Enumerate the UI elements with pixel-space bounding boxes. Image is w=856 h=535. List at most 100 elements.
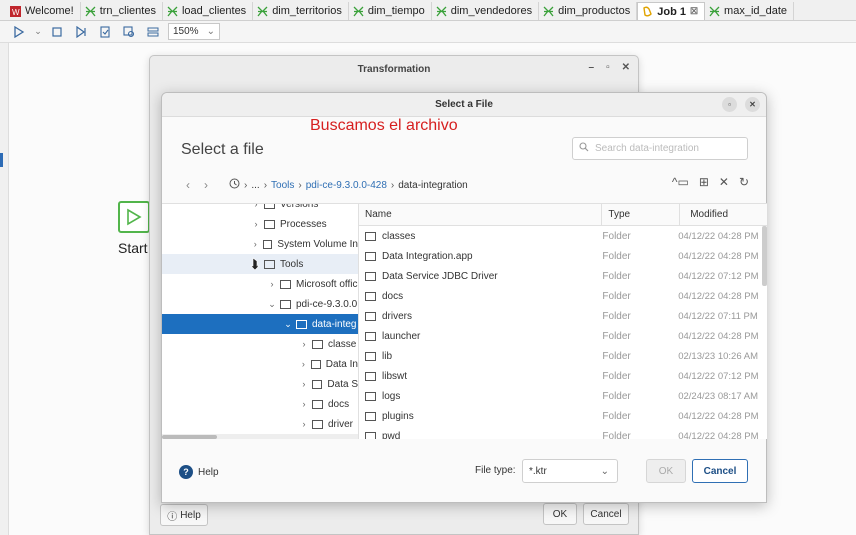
file-row[interactable]: libswt Folder 04/12/22 07:12 PM <box>359 366 767 386</box>
file-list-header: Name Type Modified <box>359 204 767 226</box>
up-folder-icon[interactable]: ^▭ <box>672 175 689 189</box>
tree-node[interactable]: ⌄ data-integ <box>162 314 358 334</box>
tree-node[interactable]: › System Volume In <box>162 234 358 254</box>
tree-node[interactable]: ⌄Tools <box>162 254 358 274</box>
zoom-select[interactable]: 150% ⌄ <box>168 23 220 40</box>
tree-node[interactable]: › docs <box>162 394 358 414</box>
run-options-chevron-icon[interactable]: ⌄ <box>34 24 42 40</box>
folder-icon <box>312 399 323 409</box>
chevron-right-icon[interactable]: › <box>266 279 278 289</box>
tab-load-clientes[interactable]: load_clientes <box>163 2 254 20</box>
folder-icon <box>365 391 376 401</box>
new-folder-icon[interactable]: ⊞ <box>699 175 709 189</box>
tab-dim-vendedores[interactable]: dim_vendedores <box>432 2 540 20</box>
tree-node-label: classe <box>328 338 357 350</box>
transformation-cancel-button[interactable]: Cancel <box>583 503 629 525</box>
chevron-right-icon[interactable]: › <box>250 204 262 209</box>
folder-tree[interactable]: ›Versions›Processes›System Volume In⌄Too… <box>162 203 358 439</box>
file-name-cell: Data Integration.app <box>359 251 598 262</box>
start-step-icon[interactable] <box>118 201 150 233</box>
tree-node[interactable]: › Microsoft offic <box>162 274 358 294</box>
chevron-right-icon[interactable]: › <box>298 339 310 349</box>
folder-icon <box>365 231 376 241</box>
chevron-right-icon[interactable]: › <box>298 379 310 389</box>
recent-icon[interactable] <box>229 178 240 192</box>
tree-node[interactable]: › classe <box>162 334 358 354</box>
maximize-icon[interactable]: ▫ <box>606 62 610 73</box>
tree-node[interactable]: › Data S <box>162 374 358 394</box>
chevron-right-icon[interactable]: › <box>250 239 261 249</box>
breadcrumb-ellipsis[interactable]: ... <box>251 180 259 191</box>
chevron-right-icon[interactable]: › <box>250 219 262 229</box>
search-box[interactable] <box>572 137 748 160</box>
side-marker <box>0 153 3 167</box>
delete-icon[interactable]: ✕ <box>719 175 729 189</box>
refresh-icon[interactable]: ↻ <box>739 175 749 189</box>
stop-icon[interactable] <box>48 24 66 40</box>
file-row[interactable]: pwd Folder 04/12/22 04:28 PM <box>359 426 767 439</box>
breadcrumb-tools[interactable]: Tools <box>271 180 294 191</box>
breadcrumb-pdi[interactable]: pdi-ce-9.3.0.0-428 <box>306 180 387 191</box>
transformation-dialog-title: Transformation <box>357 63 431 75</box>
chevron-down-icon[interactable]: ⌄ <box>266 299 278 310</box>
replay-icon[interactable] <box>72 24 90 40</box>
tab-trn-clientes[interactable]: trn_clientes <box>81 2 163 20</box>
tree-node[interactable]: ⌄ pdi-ce-9.3.0.0 <box>162 294 358 314</box>
transformation-ok-button[interactable]: OK <box>543 503 577 525</box>
file-row[interactable]: docs Folder 04/12/22 04:28 PM <box>359 286 767 306</box>
tab-label: Welcome! <box>25 5 74 17</box>
file-row[interactable]: Data Service JDBC Driver Folder 04/12/22 0… <box>359 266 767 286</box>
editor-tab-bar: W Welcome! trn_clientes load_clientes dim_te… <box>0 0 856 21</box>
file-type-select[interactable]: *.ktr ⌄ <box>522 459 618 483</box>
tab-welcome-[interactable]: W Welcome! <box>6 2 81 20</box>
tree-node[interactable]: › Processes <box>162 214 358 234</box>
transformation-help-button[interactable]: ⓘ Help <box>160 504 208 526</box>
chevron-right-icon[interactable]: › <box>298 419 310 429</box>
file-list-scrollbar[interactable] <box>762 226 767 286</box>
chevron-right-icon[interactable]: › <box>298 359 309 369</box>
chevron-right-icon[interactable]: › <box>298 399 310 409</box>
forward-icon[interactable]: › <box>197 178 215 192</box>
tree-horizontal-scrollbar[interactable] <box>162 434 358 439</box>
tab-job-1[interactable]: Job 1 ☒ <box>637 2 706 20</box>
cancel-button[interactable]: Cancel <box>692 459 748 483</box>
help-button[interactable]: ? Help <box>179 465 219 479</box>
file-row[interactable]: lib Folder 02/13/23 10:26 AM <box>359 346 767 366</box>
close-icon[interactable]: ✕ <box>622 62 630 73</box>
tab-label: max_id_date <box>724 5 788 17</box>
column-header-modified[interactable]: Modified <box>680 204 767 225</box>
file-row[interactable]: launcher Folder 04/12/22 04:28 PM <box>359 326 767 346</box>
column-header-name[interactable]: Name <box>359 204 603 225</box>
tab-max-id-date[interactable]: max_id_date <box>705 2 795 20</box>
close-tab-icon[interactable]: ☒ <box>690 6 698 17</box>
transformation-icon <box>85 6 96 17</box>
file-type-cell: Folder <box>602 390 631 402</box>
search-input[interactable] <box>595 143 735 154</box>
tree-node[interactable]: › Versions <box>162 204 358 214</box>
grid-icon[interactable] <box>144 24 162 40</box>
file-row[interactable]: logs Folder 02/24/23 08:17 AM <box>359 386 767 406</box>
chevron-down-icon[interactable]: ⌄ <box>282 319 294 330</box>
back-icon[interactable]: ‹ <box>179 178 197 192</box>
tree-node[interactable]: › driver <box>162 414 358 434</box>
file-row[interactable]: drivers Folder 04/12/22 07:11 PM <box>359 306 767 326</box>
tree-node[interactable]: › Data In <box>162 354 358 374</box>
maximize-icon[interactable]: ▫ <box>722 97 737 112</box>
file-row[interactable]: Data Integration.app Folder 04/12/22 04:28… <box>359 246 767 266</box>
check-icon[interactable] <box>96 24 114 40</box>
ok-button[interactable]: OK <box>646 459 686 483</box>
tab-dim-productos[interactable]: dim_productos <box>539 2 638 20</box>
impact-icon[interactable] <box>120 24 138 40</box>
column-header-type[interactable]: Type <box>602 204 681 225</box>
tab-dim-tiempo[interactable]: dim_tiempo <box>349 2 432 20</box>
tab-dim-territorios[interactable]: dim_territorios <box>253 2 349 20</box>
file-row[interactable]: classes Folder 04/12/22 04:28 PM <box>359 226 767 246</box>
file-list[interactable]: Name Type Modified classes Folder 04/12/22… <box>358 203 767 439</box>
run-icon[interactable] <box>10 24 28 40</box>
close-icon[interactable]: ✕ <box>745 97 760 112</box>
folder-icon <box>365 431 376 439</box>
file-modified-cell: 02/24/23 08:17 AM <box>678 390 758 402</box>
left-side-strip <box>0 43 8 535</box>
minimize-icon[interactable]: – <box>589 62 595 73</box>
file-row[interactable]: plugins Folder 04/12/22 04:28 PM <box>359 406 767 426</box>
